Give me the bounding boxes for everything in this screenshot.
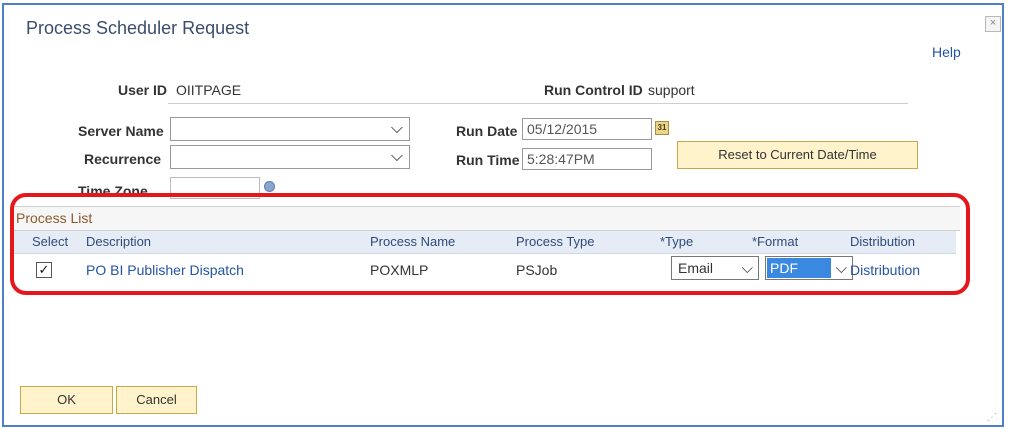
- recurrence-label: Recurrence: [84, 151, 162, 167]
- process-type-value: PSJob: [516, 262, 558, 278]
- col-process-type: Process Type: [516, 234, 595, 249]
- user-id-value: OIITPAGE: [176, 82, 242, 98]
- select-checkbox[interactable]: ✓: [36, 262, 52, 278]
- server-name-label: Server Name: [78, 123, 164, 139]
- grid-header-row: Select Description Process Name Process …: [12, 231, 956, 254]
- chevron-down-icon: ⌵: [390, 120, 403, 137]
- process-name-value: POXMLP: [370, 262, 429, 278]
- header-divider: [168, 103, 908, 104]
- type-value: Email: [678, 260, 714, 276]
- process-list-title: Process List: [12, 206, 960, 231]
- col-description: Description: [86, 234, 152, 249]
- run-time-label: Run Time: [456, 152, 520, 168]
- col-distribution: Distribution: [850, 234, 916, 249]
- user-id-label: User ID: [118, 82, 168, 98]
- format-value: PDF: [767, 258, 831, 278]
- col-select: Select: [32, 234, 69, 249]
- recurrence-select[interactable]: ⌵: [170, 145, 410, 169]
- chevron-down-icon: ⌵: [390, 148, 403, 165]
- dialog-title: Process Scheduler Request: [26, 18, 250, 38]
- description-link[interactable]: PO BI Publisher Dispatch: [86, 262, 244, 278]
- cancel-button[interactable]: Cancel: [116, 386, 197, 414]
- distribution-link[interactable]: Distribution: [850, 262, 920, 278]
- chevron-down-icon: ⌵: [741, 260, 753, 277]
- server-name-select[interactable]: ⌵: [170, 117, 410, 141]
- time-zone-label: Time Zone: [78, 183, 148, 199]
- col-format: *Format: [752, 234, 799, 249]
- close-icon[interactable]: ×: [985, 16, 1001, 32]
- help-link[interactable]: Help: [932, 44, 961, 60]
- calendar-icon[interactable]: 31: [655, 121, 669, 135]
- run-control-id-label: Run Control ID: [544, 82, 643, 98]
- reset-date-time-button[interactable]: Reset to Current Date/Time: [677, 141, 918, 169]
- col-type: *Type: [660, 234, 694, 249]
- process-list-grid: Process List Select Description Process …: [12, 206, 960, 286]
- run-date-input[interactable]: 05/12/2015: [522, 118, 652, 140]
- run-time-input[interactable]: 5:28:47PM: [522, 148, 652, 170]
- lookup-icon[interactable]: [264, 181, 275, 192]
- run-date-label: Run Date: [456, 123, 518, 139]
- chevron-down-icon: ⌵: [835, 260, 847, 277]
- ok-button[interactable]: OK: [20, 386, 113, 414]
- type-select[interactable]: Email ⌵: [671, 256, 759, 280]
- time-zone-input[interactable]: [170, 177, 260, 199]
- col-process-name: Process Name: [370, 234, 456, 249]
- run-control-id-value: support: [648, 82, 695, 98]
- format-select[interactable]: PDF ⌵: [765, 256, 853, 280]
- resize-grip-icon[interactable]: ⋰: [987, 412, 997, 423]
